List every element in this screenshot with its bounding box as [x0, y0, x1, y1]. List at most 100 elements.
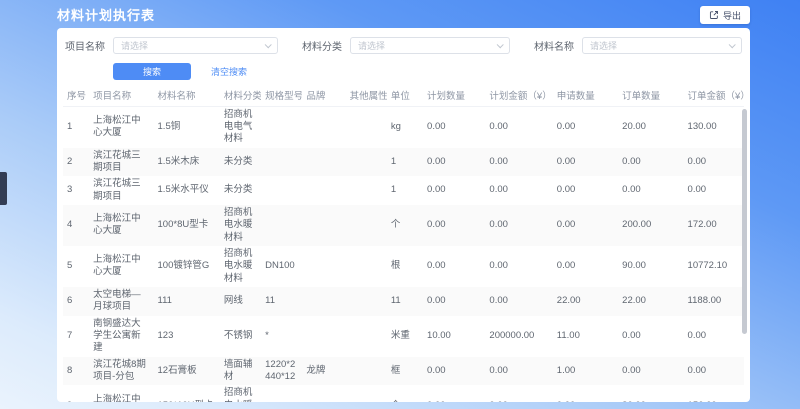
table-cell: 172.00 [684, 205, 744, 246]
table-cell: 9 [63, 385, 89, 402]
material-name-select[interactable]: 请选择 [582, 37, 742, 54]
table-cell: 框 [387, 357, 423, 386]
table-cell: 龙牌 [302, 357, 345, 386]
top-bar: 材料计划执行表 [0, 0, 800, 28]
table-cell: 0.00 [553, 106, 618, 148]
table-cell [261, 148, 302, 177]
table-row[interactable]: 6太空电梯—月球项目111网线11110.000.0022.0022.00118… [63, 287, 744, 316]
table-row[interactable]: 2滨江花城三期项目1.5米木床未分类10.000.000.000.000.00 [63, 148, 744, 177]
table-cell: 墙面辅材 [220, 357, 261, 386]
column-header: 其他属性 [346, 87, 387, 106]
table-cell: 6 [63, 287, 89, 316]
table-cell: 0.00 [485, 176, 552, 205]
table-cell: 滨江花城三期项目 [89, 148, 153, 177]
project-name-label: 项目名称 [65, 38, 105, 53]
table-cell: 3 [63, 176, 89, 205]
table-cell [302, 246, 345, 287]
table-cell: 10.00 [423, 316, 485, 357]
table-cell: 滨江花城三期项目 [89, 176, 153, 205]
column-header: 材料名称 [154, 87, 220, 106]
table-cell: 156.60 [684, 385, 744, 402]
table-cell: 100镀锌管G [154, 246, 220, 287]
search-button[interactable]: 搜索 [113, 63, 191, 80]
table-cell: 5 [63, 246, 89, 287]
table-cell: 滨江花城8期项目-分包 [89, 357, 153, 386]
table-row[interactable]: 8滨江花城8期项目-分包12石膏板墙面辅材1220*2440*12龙牌框0.00… [63, 357, 744, 386]
column-header: 单位 [387, 87, 423, 106]
table-cell [346, 205, 387, 246]
table-cell: 2 [63, 148, 89, 177]
table-cell [346, 246, 387, 287]
table-cell: 1.5米水平仪 [154, 176, 220, 205]
table-cell: 0.00 [684, 357, 744, 386]
page-title: 材料计划执行表 [57, 5, 155, 24]
table-row[interactable]: 3滨江花城三期项目1.5米水平仪未分类10.000.000.000.000.00 [63, 176, 744, 205]
export-icon [709, 10, 719, 20]
table-cell: 1.5米木床 [154, 148, 220, 177]
chevron-down-icon [497, 41, 504, 48]
table-cell [261, 106, 302, 148]
table-cell: 0.00 [423, 246, 485, 287]
table-cell: 招商机电电气材料 [220, 106, 261, 148]
column-header: 材料分类 [220, 87, 261, 106]
table-cell: 0.00 [485, 205, 552, 246]
table-cell: 0.00 [684, 176, 744, 205]
sidebar-collapse-handle[interactable] [0, 172, 7, 205]
table-cell [346, 176, 387, 205]
table-header: 序号项目名称材料名称材料分类规格型号品牌其他属性单位计划数量计划金额（¥）申请数… [63, 87, 744, 106]
export-button[interactable]: 导出 [700, 6, 750, 24]
table-cell: 0.00 [618, 148, 683, 177]
table-row[interactable]: 5上海松江中心大厦100镀锌管G招商机电水暖材料DN100根0.000.000.… [63, 246, 744, 287]
column-header: 计划金额（¥） [485, 87, 552, 106]
table-cell: 米重 [387, 316, 423, 357]
table-cell: 111 [154, 287, 220, 316]
table-cell: 1.5铜 [154, 106, 220, 148]
table-cell: 0.00 [423, 385, 485, 402]
table-row[interactable]: 7南钢盛达大学生公寓新建123不锈钢*米重10.00200000.0011.00… [63, 316, 744, 357]
table-cell: 招商机电水暖材料 [220, 385, 261, 402]
table-cell: 1 [63, 106, 89, 148]
vertical-scrollbar[interactable] [742, 109, 747, 334]
table-cell [302, 287, 345, 316]
table-cell: 0.00 [553, 205, 618, 246]
table-cell: 0.00 [485, 385, 552, 402]
table-cell [302, 316, 345, 357]
table-cell: 130.00 [684, 106, 744, 148]
column-header: 序号 [63, 87, 89, 106]
table-cell: 未分类 [220, 176, 261, 205]
table-row[interactable]: 9上海松江中心大厦150*10U型卡招商机电水暖材料个0.000.000.008… [63, 385, 744, 402]
table-cell: 0.00 [423, 106, 485, 148]
table-cell: DN100 [261, 246, 302, 287]
table-cell: 0.00 [485, 287, 552, 316]
table-cell [302, 176, 345, 205]
table-cell: 0.00 [423, 148, 485, 177]
filter-row: 项目名称 请选择 材料分类 请选择 材料名称 请选择 [65, 37, 742, 54]
table-cell [261, 205, 302, 246]
table-cell: 网线 [220, 287, 261, 316]
table-cell: 11 [387, 287, 423, 316]
table-cell: 0.00 [618, 176, 683, 205]
table-cell: 0.00 [553, 176, 618, 205]
data-table: 序号项目名称材料名称材料分类规格型号品牌其他属性单位计划数量计划金额（¥）申请数… [63, 87, 744, 402]
table-cell: 7 [63, 316, 89, 357]
table-cell: 0.00 [553, 148, 618, 177]
table-cell [261, 176, 302, 205]
clear-search-link[interactable]: 清空搜索 [211, 65, 247, 78]
column-header: 订单金额（¥） [684, 87, 744, 106]
table-row[interactable]: 1上海松江中心大厦1.5铜招商机电电气材料kg0.000.000.0020.00… [63, 106, 744, 148]
table-cell [346, 385, 387, 402]
filter-panel: 项目名称 请选择 材料分类 请选择 材料名称 请选择 搜索 清空搜索 [57, 28, 750, 80]
table-cell: 1220*2440*12 [261, 357, 302, 386]
project-name-select[interactable]: 请选择 [113, 37, 278, 54]
table-cell: 招商机电水暖材料 [220, 246, 261, 287]
column-header: 申请数量 [553, 87, 618, 106]
table-cell [302, 205, 345, 246]
table-cell: 根 [387, 246, 423, 287]
table-cell: 20.00 [618, 106, 683, 148]
table-cell: 个 [387, 205, 423, 246]
material-category-select[interactable]: 请选择 [350, 37, 510, 54]
table-cell: 4 [63, 205, 89, 246]
table-cell: 10772.10 [684, 246, 744, 287]
table-row[interactable]: 4上海松江中心大厦100*8U型卡招商机电水暖材料个0.000.000.0020… [63, 205, 744, 246]
table-cell: 招商机电水暖材料 [220, 205, 261, 246]
